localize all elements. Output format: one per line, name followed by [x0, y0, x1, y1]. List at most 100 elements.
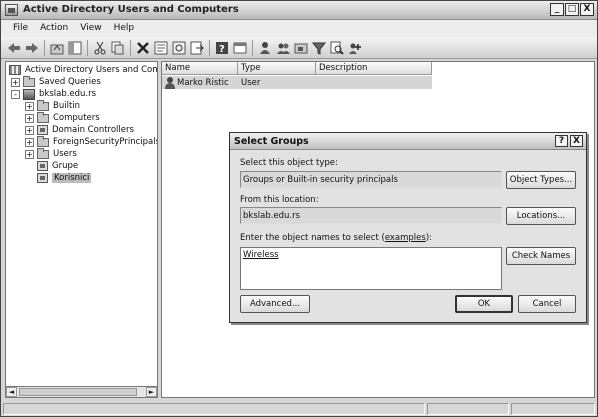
close-button[interactable]: X	[580, 3, 594, 16]
tree-item-computers[interactable]: + Computers	[25, 111, 100, 124]
status-segment	[427, 403, 509, 415]
check-names-button[interactable]: Check Names	[506, 247, 576, 265]
tree-item-label: bkslab.edu.rs	[39, 89, 97, 99]
cancel-button[interactable]: Cancel	[518, 295, 576, 313]
folder-icon	[37, 99, 49, 111]
show-hide-tree-icon[interactable]	[66, 39, 84, 56]
back-icon[interactable]	[5, 39, 23, 56]
menu-view[interactable]: View	[74, 20, 107, 37]
status-bar	[1, 401, 597, 416]
copy-icon[interactable]	[109, 39, 127, 56]
status-segment	[3, 403, 425, 415]
add-to-group-icon[interactable]	[346, 39, 364, 56]
export-icon[interactable]	[188, 39, 206, 56]
title-bar[interactable]: Active Directory Users and Computers _ □…	[1, 1, 597, 20]
object-names-label: Enter the object names to select (exampl…	[240, 233, 432, 243]
expand-icon[interactable]: +	[11, 77, 20, 87]
status-segment	[511, 403, 595, 415]
expand-icon[interactable]: +	[25, 137, 34, 147]
folder-icon	[37, 135, 49, 147]
advanced-button[interactable]: Advanced...	[240, 295, 310, 313]
object-types-button[interactable]: Object Types...	[506, 171, 576, 189]
scroll-right-button[interactable]: ►	[146, 387, 157, 397]
tree-item-users[interactable]: + Users	[25, 147, 77, 160]
tree-item-grupe[interactable]: Grupe	[25, 160, 78, 172]
domain-icon	[23, 88, 35, 100]
tree-root-label: Active Directory Users and Computers	[25, 65, 157, 75]
tree-item-label-selected: Korisnici	[52, 173, 92, 183]
tree-item-korisnici[interactable]: Korisnici	[25, 172, 92, 184]
cell-name: Marko Ristic	[162, 76, 238, 89]
maximize-button[interactable]: □	[565, 3, 579, 16]
dialog-help-button[interactable]: ?	[555, 135, 568, 147]
tree-horizontal-scrollbar[interactable]: ◄ ►	[5, 386, 158, 398]
toolbar-separator	[87, 39, 88, 56]
scroll-thumb[interactable]	[19, 388, 137, 396]
delete-icon[interactable]	[134, 39, 152, 56]
minimize-button[interactable]: _	[550, 3, 564, 16]
dialog-title-bar[interactable]: Select Groups ? X	[230, 133, 586, 150]
object-names-value: Wireless	[243, 250, 279, 260]
scroll-left-button[interactable]: ◄	[6, 387, 17, 397]
dialog-close-button[interactable]: X	[570, 135, 583, 147]
new-group-icon[interactable]	[274, 39, 292, 56]
object-type-label: Select this object type:	[240, 158, 338, 168]
collapse-icon[interactable]: -	[11, 89, 20, 99]
examples-link[interactable]: examples	[385, 233, 426, 243]
object-names-label-suffix: ):	[425, 233, 433, 243]
tree-item-foreign-security-principals[interactable]: + ForeignSecurityPrincipals	[25, 135, 158, 148]
console-tree[interactable]: Active Directory Users and Computers + S…	[5, 61, 158, 398]
app-window: Active Directory Users and Computers _ □…	[0, 0, 598, 417]
column-header-description[interactable]: Description	[316, 62, 432, 75]
table-row[interactable]: Marko Ristic User	[162, 76, 432, 89]
locations-button[interactable]: Locations...	[506, 207, 576, 225]
expand-icon[interactable]: +	[25, 113, 34, 123]
tree-item-label: Domain Controllers	[52, 125, 134, 135]
tree-item-label: ForeignSecurityPrincipals	[53, 137, 158, 147]
properties-icon[interactable]	[152, 39, 170, 56]
svg-text:?: ?	[219, 44, 225, 55]
tree-item-builtin[interactable]: + Builtin	[25, 99, 80, 112]
expand-icon[interactable]: +	[25, 125, 34, 135]
tree-item-domain-controllers[interactable]: + Domain Controllers	[25, 124, 134, 136]
new-user-icon[interactable]	[256, 39, 274, 56]
tree-item-saved-queries[interactable]: + Saved Queries	[11, 75, 101, 88]
menu-action[interactable]: Action	[34, 20, 74, 37]
cut-icon[interactable]	[91, 39, 109, 56]
object-names-input[interactable]: Wireless	[240, 247, 502, 290]
app-icon	[5, 4, 18, 16]
refresh-icon[interactable]	[170, 39, 188, 56]
user-icon	[165, 76, 175, 89]
column-header-type[interactable]: Type	[238, 62, 316, 75]
menu-help[interactable]: Help	[108, 20, 141, 37]
up-icon[interactable]	[48, 39, 66, 56]
dialog-title: Select Groups	[234, 136, 309, 147]
filter-icon[interactable]	[310, 39, 328, 56]
column-header-name[interactable]: Name	[162, 62, 238, 75]
menu-file[interactable]: File	[7, 20, 34, 37]
console-root-icon	[9, 65, 21, 75]
ok-button[interactable]: OK	[455, 295, 513, 313]
new-ou-icon[interactable]	[292, 39, 310, 56]
tree-item-domain[interactable]: - bkslab.edu.rs	[11, 88, 96, 100]
ou-icon	[37, 125, 48, 135]
console-icon[interactable]	[231, 39, 249, 56]
find-icon[interactable]	[328, 39, 346, 56]
folder-icon	[37, 111, 49, 123]
toolbar: ?	[1, 37, 597, 59]
toolbar-separator	[130, 39, 131, 56]
expand-icon[interactable]: +	[25, 149, 34, 159]
tree-item-label: Computers	[53, 113, 100, 123]
list-header: Name Type Description	[162, 62, 432, 75]
help-icon[interactable]: ?	[213, 39, 231, 56]
folder-icon	[23, 75, 35, 87]
toolbar-separator	[209, 39, 210, 56]
folder-icon	[37, 147, 49, 159]
tree-root[interactable]: Active Directory Users and Computers	[9, 64, 157, 76]
expand-icon[interactable]: +	[25, 101, 34, 111]
object-type-field: Groups or Built-in security principals	[240, 171, 502, 188]
cell-type: User	[241, 77, 261, 88]
forward-icon[interactable]	[23, 39, 41, 56]
cell-name-text: Marko Ristic	[177, 77, 229, 88]
